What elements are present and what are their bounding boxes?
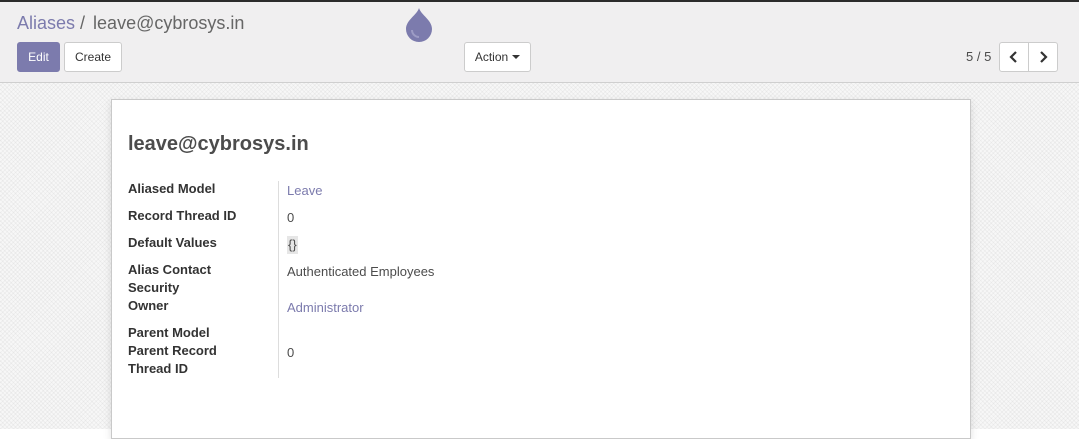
parent-record-thread-id-label: Parent Record Thread ID xyxy=(128,343,217,376)
aliased-model-label: Aliased Model xyxy=(128,181,216,196)
default-values-value: {} xyxy=(287,236,298,254)
chevron-left-icon xyxy=(1009,51,1017,63)
record-thread-id-value: 0 xyxy=(287,210,295,225)
edit-button[interactable]: Edit xyxy=(17,42,60,72)
aliased-model-value[interactable]: Leave xyxy=(287,182,322,200)
action-label: Action xyxy=(474,50,509,64)
alias-contact-security-value: Authenticated Employees xyxy=(287,264,435,279)
chevron-right-icon xyxy=(1040,51,1048,63)
alias-contact-security-label: Alias Contact Security xyxy=(128,262,212,295)
drop-icon xyxy=(406,8,432,42)
form-sheet: leave@cybrosys.in Aliased Model Leave Re… xyxy=(111,99,971,439)
field-divider xyxy=(278,181,279,378)
owner-value[interactable]: Administrator xyxy=(287,299,364,317)
owner-label: Owner xyxy=(128,298,169,313)
record-title: leave@cybrosys.in xyxy=(128,133,309,155)
pager-next-button[interactable] xyxy=(1028,42,1058,72)
breadcrumb: Aliases / leave@cybrosys.in xyxy=(17,13,244,34)
parent-record-thread-id-value: 0 xyxy=(287,345,295,360)
action-dropdown-button[interactable]: Action xyxy=(464,42,531,72)
pager-previous-button[interactable] xyxy=(999,42,1029,72)
create-button[interactable]: Create xyxy=(64,42,122,72)
record-thread-id-label: Record Thread ID xyxy=(128,208,237,223)
breadcrumb-current: leave@cybrosys.in xyxy=(93,13,245,33)
breadcrumb-parent-link[interactable]: Aliases xyxy=(17,13,75,33)
form-view-area: leave@cybrosys.in Aliased Model Leave Re… xyxy=(0,83,1079,439)
default-values-label: Default Values xyxy=(128,235,217,250)
caret-down-icon xyxy=(512,55,521,59)
pager-value[interactable]: 5 / 5 xyxy=(966,49,991,64)
parent-model-label: Parent Model xyxy=(128,325,210,340)
breadcrumb-separator: / xyxy=(80,13,86,33)
control-panel: Aliases / leave@cybrosys.in Edit Create Ac… xyxy=(0,2,1079,83)
